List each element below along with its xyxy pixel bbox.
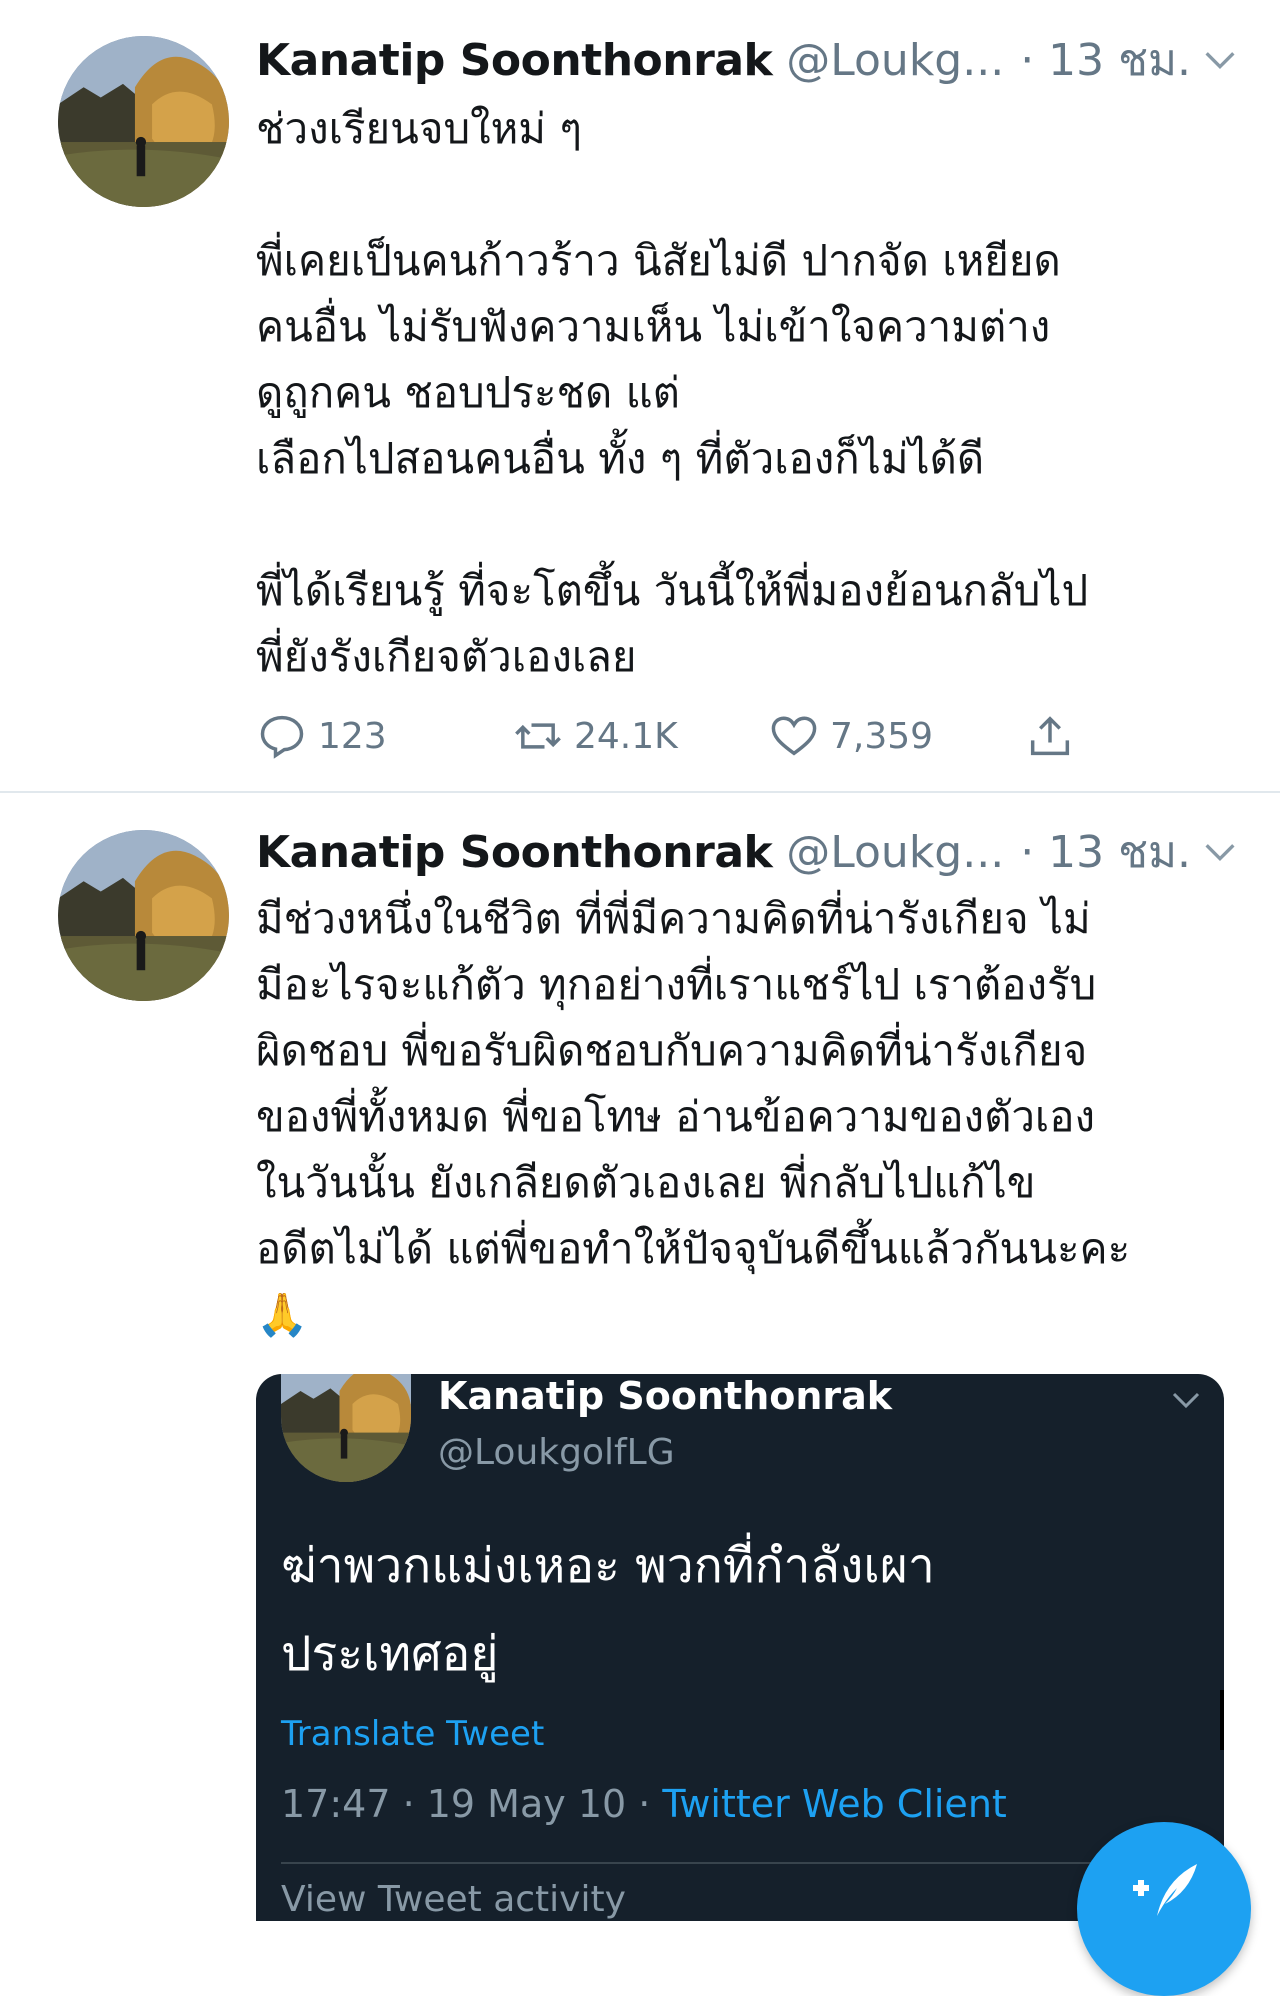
tweet-line: มีช่วงหนึ่งในชีวิต ที่พี่มีความคิดที่น่า… (256, 894, 1091, 943)
quoted-tweet-meta: 17:47 · 19 May 10 · Twitter Web Client (281, 1782, 1007, 1826)
chevron-down-icon (1172, 1392, 1200, 1409)
tweet-header: Kanatip Soonthonrak @Loukg... · 13 ชม. (256, 30, 1250, 90)
tweet-divider (0, 791, 1280, 793)
quoted-line: ประเทศอยู่ (281, 1626, 499, 1682)
chevron-down-icon[interactable] (1200, 832, 1240, 872)
heart-icon (771, 716, 817, 756)
tweet-line: ช่วงเรียนจบใหม่ ๆ (256, 104, 582, 153)
tweet-line: ของพี่ทั้งหมด พี่ขอโทษ อ่านข้อความของตัว… (256, 1092, 1096, 1141)
quoted-author-handle: @LoukgolfLG (438, 1432, 675, 1473)
share-button[interactable] (1024, 710, 1076, 762)
tweet-line: พี่ยังรังเกียจตัวเองเลย (256, 632, 637, 681)
quoted-client: Twitter Web Client (662, 1782, 1007, 1826)
tweet-line: มีอะไรจะแก้ตัว ทุกอย่างที่เราแชร์ไป เราต… (256, 960, 1097, 1009)
scrollbar (1220, 1690, 1224, 1750)
tweet-time[interactable]: · 13 ชม. (1020, 817, 1191, 887)
divider (281, 1862, 1224, 1864)
tweet-time[interactable]: · 13 ชม. (1020, 25, 1191, 95)
translate-tweet-link: Translate Tweet (281, 1714, 545, 1754)
retweet-button[interactable]: 24.1K (512, 710, 768, 762)
tweet-line: พี่ได้เรียนรู้ ที่จะโตขึ้น วันนี้ให้พี่ม… (256, 566, 1089, 615)
author-handle[interactable]: @Loukg... (786, 35, 1004, 86)
tweet-line: ดูถูกคน ชอบประชด แต่ (256, 368, 680, 417)
tweet-line: พี่เคยเป็นคนก้าวร้าว นิสัยไม่ดี ปากจัด เ… (256, 236, 1061, 285)
like-button[interactable]: 7,359 (768, 710, 1024, 762)
like-count: 7,359 (830, 715, 934, 757)
quoted-author-name: Kanatip Soonthonrak (438, 1374, 893, 1418)
chevron-down-icon[interactable] (1200, 40, 1240, 80)
tweet-text: ช่วงเรียนจบใหม่ ๆ พี่เคยเป็นคนก้าวร้าว น… (256, 96, 1250, 690)
tweet-line: เลือกไปสอนคนอื่น ทั้ง ๆ ที่ตัวเองก็ไม่ได… (256, 434, 985, 483)
retweet-count: 24.1K (574, 715, 678, 757)
tweet-line: ผิดชอบ พี่ขอรับผิดชอบกับความคิดที่น่ารัง… (256, 1026, 1088, 1075)
quoted-tweet-card[interactable]: Kanatip Soonthonrak @LoukgolfLG ฆ่าพวกแม… (256, 1374, 1224, 1921)
reply-count: 123 (318, 715, 387, 757)
author-name[interactable]: Kanatip Soonthonrak (256, 35, 773, 86)
tweet-actions: 123 24.1K 7,359 (256, 706, 1076, 766)
avatar[interactable] (58, 36, 229, 207)
tweet-line: อดีตไม่ได้ แต่พี่ขอทำให้ปัจจุบันดีขึ้นแล… (256, 1224, 1131, 1273)
quoted-tweet-text: ฆ่าพวกแม่งเหอะ พวกที่กำลังเผา ประเทศอยู่ (281, 1522, 1204, 1698)
view-tweet-activity: View Tweet activity (281, 1879, 626, 1920)
tweet-header: Kanatip Soonthonrak @Loukg... · 13 ชม. (256, 822, 1250, 882)
avatar (281, 1374, 411, 1482)
avatar[interactable] (58, 830, 229, 1001)
pray-emoji: 🙏 (256, 1290, 309, 1339)
reply-button[interactable]: 123 (256, 710, 512, 762)
author-handle[interactable]: @Loukg... (786, 827, 1004, 878)
tweet-text: มีช่วงหนึ่งในชีวิต ที่พี่มีความคิดที่น่า… (256, 886, 1250, 1348)
retweet-icon (515, 723, 561, 749)
quoted-timestamp: 17:47 · 19 May 10 · (281, 1782, 663, 1826)
share-icon (1030, 716, 1070, 756)
author-name[interactable]: Kanatip Soonthonrak (256, 827, 773, 878)
compose-tweet-icon (1133, 1864, 1197, 1916)
reply-icon (260, 715, 304, 759)
quoted-line: ฆ่าพวกแม่งเหอะ พวกที่กำลังเผา (281, 1538, 935, 1594)
tweet-line: ในวันนั้น ยังเกลียดตัวเองเลย พี่กลับไปแก… (256, 1158, 1036, 1207)
compose-tweet-button[interactable] (1077, 1822, 1251, 1996)
tweet-line: คนอื่น ไม่รับฟังความเห็น ไม่เข้าใจความต่… (256, 302, 1051, 351)
